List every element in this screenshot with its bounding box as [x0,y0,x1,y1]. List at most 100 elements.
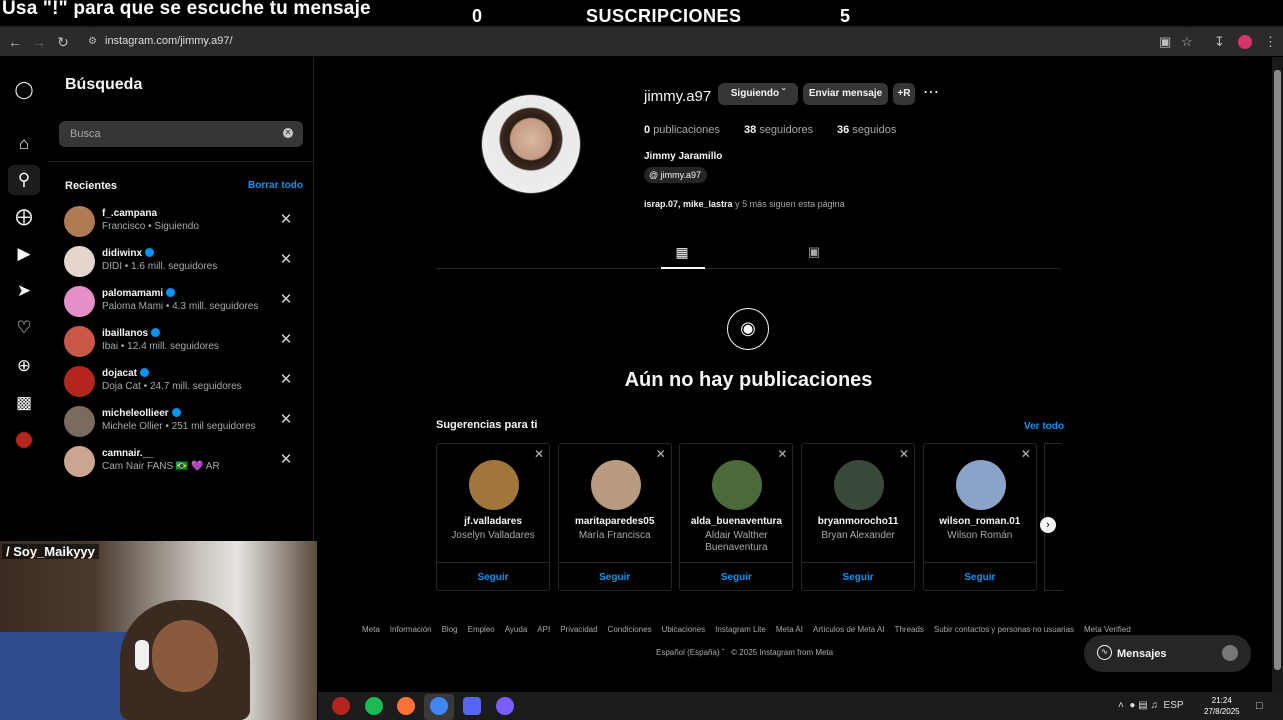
suggestion-card[interactable]: ✕ jf.valladares Joselyn Valladares Seguir [436,443,550,591]
dismiss-suggestion-icon[interactable]: ✕ [1021,447,1031,461]
chrome-taskbar-icon[interactable] [430,697,448,715]
system-tray[interactable]: ˄ ● ▤ ♫ ESP [1118,700,1184,711]
avatar[interactable] [712,460,763,510]
recent-search-item[interactable]: micheleollieer Michele Ollier • 251 mil s… [60,402,310,442]
send-message-button[interactable]: Enviar mensaje [803,83,888,105]
suggestion-card[interactable]: ✕ alda_buenaventura Aldair Walther Buenave… [679,443,794,591]
more-options-icon[interactable]: ⋯ [921,83,941,105]
footer-link[interactable]: API [537,625,550,634]
footer-link[interactable]: Blog [442,625,458,634]
posts-grid-tab-icon[interactable]: ▦ [674,244,690,260]
footer-link[interactable]: Privacidad [560,625,597,634]
suggestion-username[interactable]: maritaparedes05 [559,516,671,527]
forward-icon[interactable]: → [30,33,48,51]
footer-link[interactable]: Instagram Lite [715,625,766,634]
following-button[interactable]: Siguiendo ˇ [718,83,798,105]
profile-avatar-icon[interactable] [1238,35,1252,49]
footer-link[interactable]: Subir contactos y personas no usuarias [934,625,1074,634]
recent-search-item[interactable]: dojacat Doja Cat • 24.7 mill. seguidores ✕ [60,362,310,402]
reload-icon[interactable]: ↻ [54,33,72,51]
remove-recent-icon[interactable]: ✕ [278,332,294,348]
suggestion-username[interactable]: alda_buenaventura [680,516,792,527]
see-all-link[interactable]: Ver todo [1024,421,1064,432]
notifications-heart-icon[interactable]: ♡ [14,318,34,338]
language-select[interactable]: Español (España) [656,648,720,657]
clear-all-button[interactable]: Borrar todo [248,180,303,191]
messages-icon[interactable]: ➤ [14,281,34,301]
mic-icon[interactable]: ● [1129,700,1135,711]
avatar[interactable] [955,460,1006,510]
suggestion-username[interactable]: wilson_roman.01 [924,516,1036,527]
footer-link[interactable]: Empleo [468,625,495,634]
footer-link[interactable]: Información [390,625,432,634]
remove-recent-icon[interactable]: ✕ [278,452,294,468]
firefox-taskbar-icon[interactable] [397,697,415,715]
footer-link[interactable]: Condiciones [608,625,652,634]
address-bar[interactable] [80,31,1200,53]
recent-search-item[interactable]: palomamami Paloma Mami • 4.3 mill. seguid… [60,282,310,322]
recent-search-item[interactable]: didiwinx DIDI • 1.6 mill. seguidores ✕ [60,242,310,282]
add-user-button[interactable]: +R [893,83,915,105]
dismiss-suggestion-icon[interactable]: ✕ [534,447,544,461]
dismiss-suggestion-icon[interactable]: ✕ [777,447,787,461]
remove-recent-icon[interactable]: ✕ [278,372,294,388]
follow-button[interactable]: Seguir [559,572,671,583]
next-arrow-icon[interactable]: › [1040,517,1056,533]
network-icon[interactable]: ▤ [1138,700,1147,711]
remove-recent-icon[interactable]: ✕ [278,412,294,428]
spotify-taskbar-icon[interactable] [365,697,383,715]
bookmark-star-icon[interactable]: ☆ [1181,34,1193,50]
tagged-tab-icon[interactable]: ▣ [806,244,822,260]
app-taskbar-icon[interactable] [463,697,481,715]
footer-link[interactable]: Ubicaciones [662,625,706,634]
search-icon[interactable]: ⚲ [14,170,34,190]
explore-icon[interactable]: ⨁ [14,207,34,227]
remove-recent-icon[interactable]: ✕ [278,212,294,228]
recent-search-item[interactable]: camnair.__ Cam Nair FANS 🇧🇷 💜 AR ✕ [60,442,310,482]
volume-icon[interactable]: ♫ [1150,700,1158,711]
footer-link[interactable]: Meta AI [776,625,803,634]
avatar[interactable] [469,460,519,510]
site-info-icon[interactable]: ⚙ [88,36,97,47]
follow-button[interactable]: Seguir [680,572,792,583]
recent-search-item[interactable]: f_.campana Francisco • Siguiendo ✕ [60,202,310,242]
clear-search-icon[interactable]: ✕ [283,128,293,138]
follow-button[interactable]: Seguir [437,572,549,583]
notification-icon[interactable]: □ [1256,700,1263,712]
reels-icon[interactable]: ▶ [14,244,34,264]
browser-menu-icon[interactable]: ⋮ [1264,34,1277,50]
back-icon[interactable]: ← [6,33,24,51]
install-app-icon[interactable]: ▣ [1159,34,1171,50]
instagram-logo-icon[interactable]: ◯ [14,80,34,100]
footer-link[interactable]: Meta [362,625,380,634]
footer-link[interactable]: Meta Verified [1084,625,1131,634]
tray-chevron-icon[interactable]: ˄ [1118,700,1124,711]
footer-link[interactable]: Artículos de Meta AI [813,625,885,634]
dismiss-suggestion-icon[interactable]: ✕ [899,447,909,461]
remove-recent-icon[interactable]: ✕ [278,292,294,308]
follow-button[interactable]: Seguir [802,572,914,583]
home-icon[interactable]: ⌂ [14,134,34,154]
scrollbar-thumb[interactable] [1274,70,1281,670]
footer-link[interactable]: Ayuda [505,625,528,634]
followers-stat[interactable]: 38 seguidores [744,124,813,136]
threads-badge[interactable]: @ jimmy.a97 [644,167,707,183]
recent-search-item[interactable]: ibaillanos Ibai • 12.4 mill. seguidores ✕ [60,322,310,362]
dashboard-icon[interactable]: ▩ [14,393,34,413]
app2-taskbar-icon[interactable] [496,697,514,715]
language-indicator[interactable]: ESP [1164,700,1184,711]
follow-button[interactable]: Seguir [924,572,1036,583]
clock[interactable]: 21:24 27/8/2025 [1204,695,1240,717]
download-icon[interactable]: ↧ [1214,34,1225,50]
footer-link[interactable]: Threads [895,625,924,634]
suggestion-username[interactable]: bryanmorocho11 [802,516,914,527]
obs-taskbar-icon[interactable] [332,697,350,715]
followed-by-text[interactable]: israp.07, mike_lastra y 5 más siguen est… [644,199,845,209]
suggestion-card[interactable]: ✕ maritaparedes05 María Francisca Seguir [557,443,672,591]
avatar[interactable] [834,460,885,510]
profile-avatar-nav[interactable] [16,432,32,448]
avatar[interactable] [590,460,641,510]
create-icon[interactable]: ⊕ [14,356,34,376]
suggestion-card[interactable]: ✕ wilson_roman.01 Wilson Román Seguir [922,443,1037,591]
suggestion-card[interactable]: ✕ bryanmorocho11 Bryan Alexander Seguir [801,443,916,591]
